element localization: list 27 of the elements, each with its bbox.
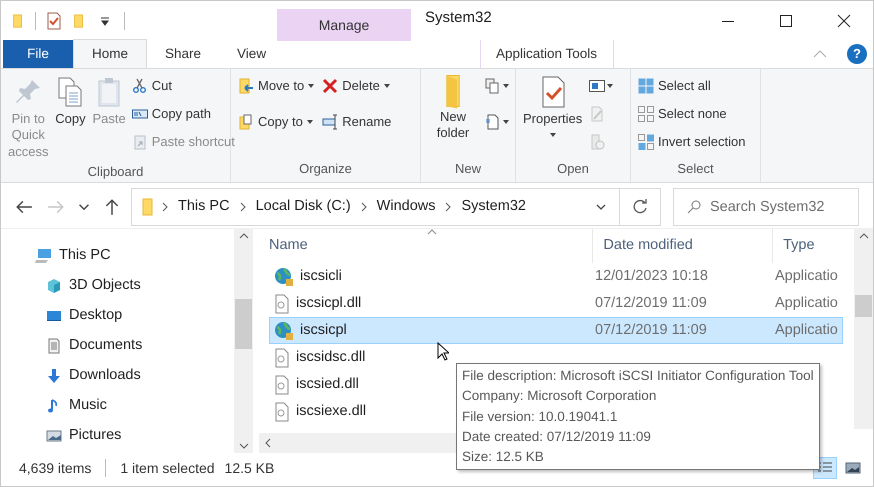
- tooltip-line: Size: 12.5 KB: [462, 448, 545, 466]
- contextual-tab-header: Manage: [277, 9, 411, 41]
- file-name: iscsiexe.dll: [296, 402, 366, 421]
- window-title: System32: [425, 8, 492, 28]
- selection-size: 12.5 KB: [224, 458, 274, 478]
- file-date: 12/01/2023 10:18: [595, 266, 709, 286]
- file-name: iscsicli: [300, 266, 342, 286]
- tooltip-line: Date created: 07/12/2019 11:09: [462, 428, 652, 446]
- file-type: Applicatio: [775, 294, 838, 313]
- group-label: Open: [556, 160, 590, 178]
- file-name: iscsidsc.dll: [296, 348, 366, 367]
- file-date: 07/12/2019 11:09: [595, 320, 708, 340]
- selection-count: 1 item selected: [120, 458, 215, 478]
- item-count: 4,639 items: [19, 458, 92, 478]
- file-date: 07/12/2019 11:09: [595, 294, 708, 313]
- group-label: Organize: [298, 160, 353, 178]
- file-name: iscsied.dll: [296, 374, 359, 394]
- file-name: iscsicpl: [300, 320, 347, 340]
- file-type: Applicatio: [775, 266, 838, 286]
- tooltip-line: File version: 10.0.19041.1: [462, 408, 618, 426]
- tooltip-line: Company: Microsoft Corporation: [462, 387, 658, 406]
- group-label: New: [454, 160, 482, 178]
- file-type: Applicatio: [775, 320, 838, 340]
- group-label: Clipboard: [86, 162, 144, 181]
- tooltip-line: File description: Microsoft iSCSI Initiator Configuration Tool: [462, 367, 814, 385]
- group-label: Select: [676, 160, 715, 178]
- file-name: iscsicpl.dll: [296, 294, 362, 313]
